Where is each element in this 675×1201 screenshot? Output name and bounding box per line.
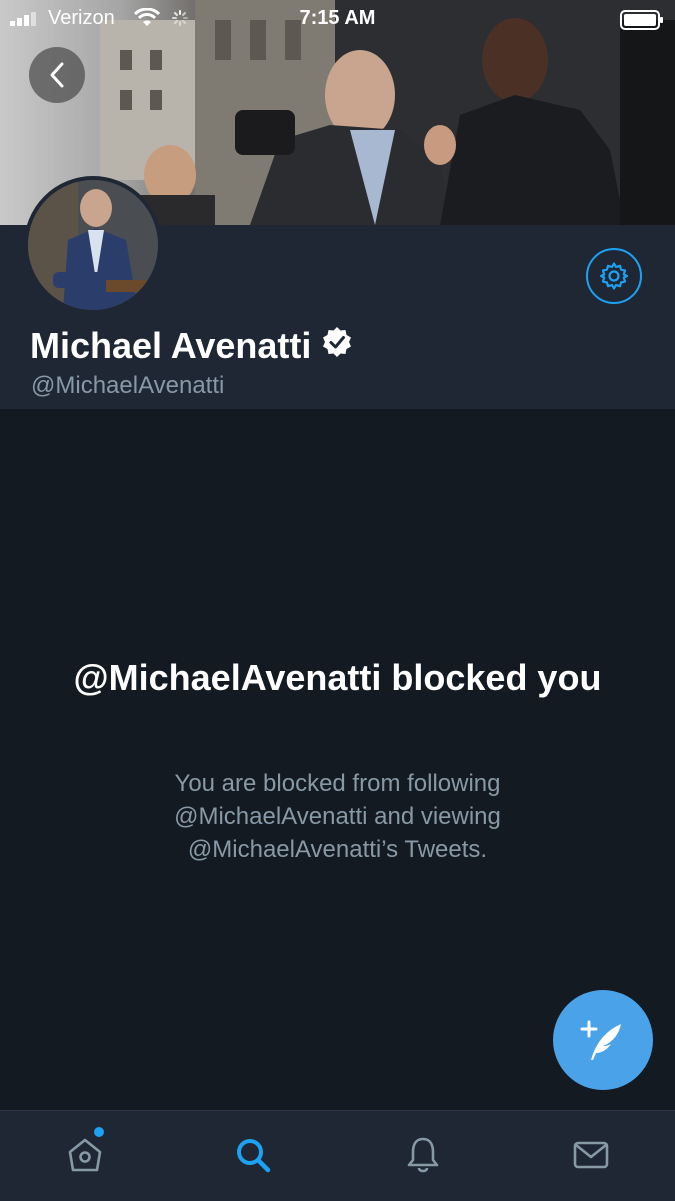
tab-notifications[interactable] [398, 1130, 448, 1180]
home-notification-dot [94, 1127, 104, 1137]
profile-handle: @MichaelAvenatti [31, 372, 225, 399]
blocked-message: You are blocked from following @MichaelA… [174, 770, 501, 863]
bell-icon [407, 1137, 439, 1173]
gear-icon [599, 262, 629, 290]
blocked-title: @MichaelAvenatti blocked you [73, 657, 602, 698]
tab-home[interactable] [60, 1130, 110, 1180]
avatar[interactable] [24, 176, 162, 314]
profile-display-name: Michael Avenatti [30, 325, 312, 366]
status-time: 7:15 AM [299, 7, 376, 29]
chevron-left-icon [50, 62, 64, 88]
verified-badge-icon [321, 325, 353, 367]
compose-tweet-button[interactable] [553, 990, 653, 1090]
tab-messages[interactable] [566, 1130, 616, 1180]
envelope-icon [573, 1141, 609, 1169]
settings-button[interactable] [586, 248, 642, 304]
search-icon [237, 1139, 271, 1173]
tab-search[interactable] [228, 1130, 278, 1180]
profile-name-row: Michael Avenatti [30, 325, 353, 367]
back-button[interactable] [29, 47, 85, 103]
battery-icon [620, 10, 663, 30]
home-icon [68, 1138, 102, 1172]
status-bar: Verizon 7:15 AM [0, 0, 675, 36]
compose-tweet-icon [580, 1020, 621, 1060]
